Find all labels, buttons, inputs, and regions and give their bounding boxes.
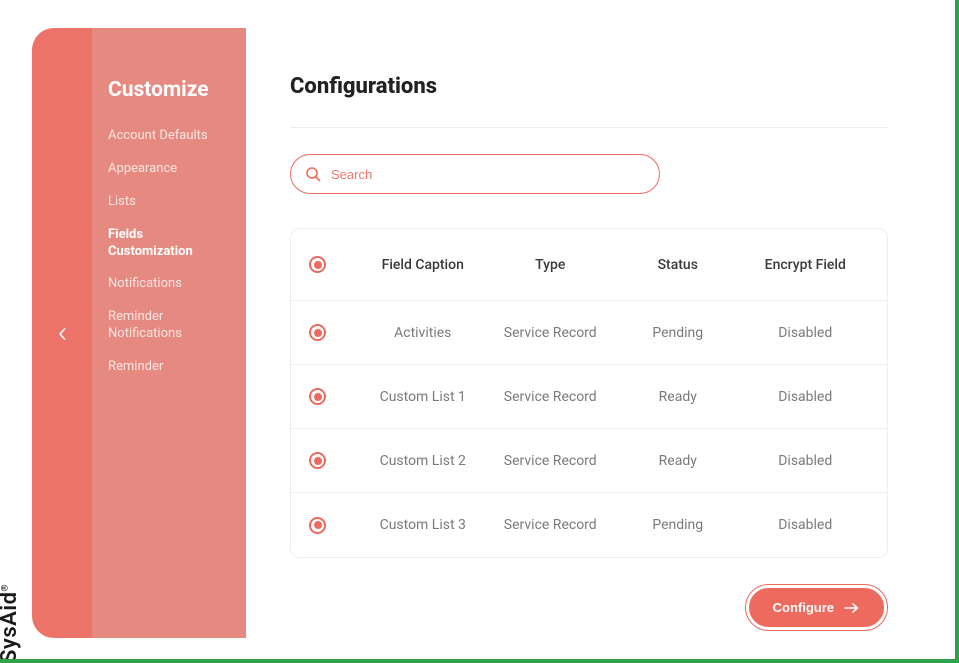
table-row: Custom List 2 Service Record Ready Disab… [291,429,887,493]
cell-type: Service Record [487,389,615,405]
collapse-sidebar-button[interactable] [58,328,66,344]
sidebar-item-fields-customization[interactable]: Fields Customization [108,219,230,269]
cell-caption: Activities [359,325,487,341]
sidebar-item-lists[interactable]: Lists [108,186,230,219]
sidebar-item-label: Reminder Notifications [108,309,182,341]
table-row: Activities Service Record Pending Disabl… [291,301,887,365]
sidebar-item-label: Lists [108,194,136,209]
table-header-row: Field Caption Type Status Encrypt Field [291,229,887,301]
table-row: Custom List 1 Service Record Ready Disab… [291,365,887,429]
cell-status: Pending [614,325,742,341]
cell-encrypt: Disabled [742,325,870,341]
select-all-radio[interactable] [309,256,326,273]
search-field[interactable] [290,154,660,194]
main-panel: Configurations Field Caption Type Status… [246,28,932,638]
col-header-type: Type [487,257,615,273]
sidebar-item-label: Reminder [108,359,163,374]
nav-rail [32,28,92,638]
cell-status: Ready [614,453,742,469]
cell-status: Ready [614,389,742,405]
cell-caption: Custom List 1 [359,389,487,405]
sidebar: Customize Account Defaults Appearance Li… [92,28,246,638]
sidebar-item-label: Notifications [108,276,182,291]
sidebar-item-label: Account Defaults [108,128,208,143]
cell-encrypt: Disabled [742,517,870,533]
sidebar-item-reminder-notifications[interactable]: Reminder Notifications [108,301,230,351]
search-input[interactable] [331,166,645,182]
sidebar-item-label: Fields Customization [108,227,193,259]
row-radio[interactable] [309,517,326,534]
sidebar-title: Customize [108,78,230,102]
col-header-caption: Field Caption [359,257,487,273]
sidebar-item-reminder[interactable]: Reminder [108,351,230,384]
search-icon [305,166,321,182]
table-row: Custom List 3 Service Record Pending Dis… [291,493,887,557]
cell-status: Pending [614,517,742,533]
row-radio[interactable] [309,388,326,405]
configure-button-label: Configure [773,600,834,615]
row-radio[interactable] [309,324,326,341]
page-title: Configurations [290,74,888,99]
configure-button[interactable]: Configure [749,588,884,627]
sidebar-item-account-defaults[interactable]: Account Defaults [108,120,230,153]
col-header-status: Status [614,257,742,273]
sidebar-item-appearance[interactable]: Appearance [108,153,230,186]
divider [290,127,888,128]
col-header-encrypt: Encrypt Field [742,257,870,273]
row-radio[interactable] [309,452,326,469]
config-table: Field Caption Type Status Encrypt Field … [290,228,888,558]
sidebar-item-notifications[interactable]: Notifications [108,268,230,301]
cell-type: Service Record [487,325,615,341]
arrow-right-icon [844,603,860,613]
cell-type: Service Record [487,517,615,533]
cell-encrypt: Disabled [742,453,870,469]
cell-type: Service Record [487,453,615,469]
sidebar-item-label: Appearance [108,161,177,176]
cell-encrypt: Disabled [742,389,870,405]
configure-button-outline: Configure [745,584,888,631]
cell-caption: Custom List 2 [359,453,487,469]
brand-logo: SysAid® [0,584,22,663]
cell-caption: Custom List 3 [359,517,487,533]
